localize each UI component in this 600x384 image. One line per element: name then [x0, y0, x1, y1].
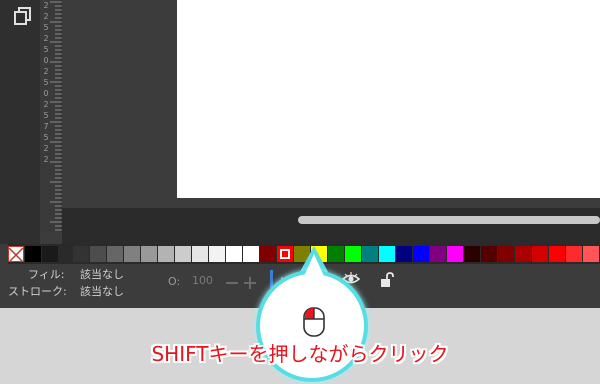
color-swatch[interactable] — [158, 246, 174, 262]
unlock-icon[interactable] — [380, 272, 394, 288]
copy-icon[interactable] — [14, 7, 32, 25]
no-paint-swatch[interactable] — [8, 246, 24, 263]
color-swatch[interactable] — [498, 246, 514, 262]
mouse-left-click-icon — [303, 307, 325, 337]
minus-plus-icon[interactable] — [224, 275, 258, 291]
ruler-label: 2 — [43, 155, 49, 164]
ruler-label: 5 — [43, 45, 49, 54]
color-swatch[interactable] — [379, 246, 395, 262]
color-swatch[interactable] — [260, 246, 276, 262]
no-paint-icon — [8, 247, 24, 263]
stroke-value[interactable]: 該当なし — [80, 283, 124, 299]
color-swatch[interactable] — [42, 246, 58, 262]
color-swatch[interactable] — [345, 246, 361, 262]
color-swatch[interactable] — [430, 246, 446, 262]
ruler-label: 5 — [43, 78, 49, 87]
horizontal-scrollbar[interactable] — [298, 216, 600, 224]
ruler-label: 5 — [43, 133, 49, 142]
ruler-label: 5 — [43, 111, 49, 120]
ruler-label: 0 — [43, 56, 49, 65]
opacity-label: O: — [168, 275, 181, 288]
color-swatch[interactable] — [583, 246, 599, 262]
color-swatch[interactable] — [141, 246, 157, 262]
color-swatch[interactable] — [481, 246, 497, 262]
opacity-spinner[interactable]: 100 — [186, 272, 258, 294]
color-swatch[interactable] — [90, 246, 106, 262]
color-swatch[interactable] — [515, 246, 531, 262]
ruler-label: 2 — [43, 34, 49, 43]
color-swatch[interactable] — [566, 246, 582, 262]
ruler-label: 2 — [43, 1, 49, 10]
color-swatch[interactable] — [549, 246, 565, 262]
ruler-label: 2 — [43, 100, 49, 109]
horizontal-scroll-area — [62, 208, 600, 244]
color-swatch[interactable] — [226, 246, 242, 262]
color-swatch[interactable] — [175, 246, 191, 262]
opacity-value[interactable]: 100 — [192, 274, 213, 287]
ruler-label: 2 — [43, 12, 49, 21]
ruler-label: 7 — [43, 122, 49, 131]
instruction-caption: SHIFTキーを押しながらクリック — [151, 342, 449, 366]
canvas-page[interactable] — [177, 0, 600, 198]
color-swatch[interactable] — [192, 246, 208, 262]
color-swatch[interactable] — [464, 246, 480, 262]
color-swatch[interactable] — [396, 246, 412, 262]
ruler-label: 5 — [43, 23, 49, 32]
vertical-ruler[interactable]: 2 2 5 2 5 0 2 5 0 2 5 7 5 2 2 — [40, 0, 62, 232]
color-swatch[interactable] — [413, 246, 429, 262]
callout-pointer-fill — [296, 254, 332, 294]
ruler-label: 0 — [43, 89, 49, 98]
color-swatch[interactable] — [73, 246, 89, 262]
color-swatch[interactable] — [209, 246, 225, 262]
stroke-label: ストローク: — [8, 285, 67, 298]
color-swatch[interactable] — [532, 246, 548, 262]
fill-value[interactable]: 該当なし — [80, 266, 124, 282]
fill-label: フィル: — [28, 268, 65, 281]
color-swatch[interactable] — [362, 246, 378, 262]
toolbox — [0, 0, 40, 244]
color-swatch[interactable] — [243, 246, 259, 262]
canvas-workspace[interactable] — [62, 0, 600, 208]
ruler-label: 2 — [43, 144, 49, 153]
color-swatch[interactable] — [124, 246, 140, 262]
color-swatch[interactable] — [107, 246, 123, 262]
color-swatch[interactable] — [447, 246, 463, 262]
color-swatch[interactable] — [25, 246, 41, 262]
ruler-label: 2 — [43, 67, 49, 76]
